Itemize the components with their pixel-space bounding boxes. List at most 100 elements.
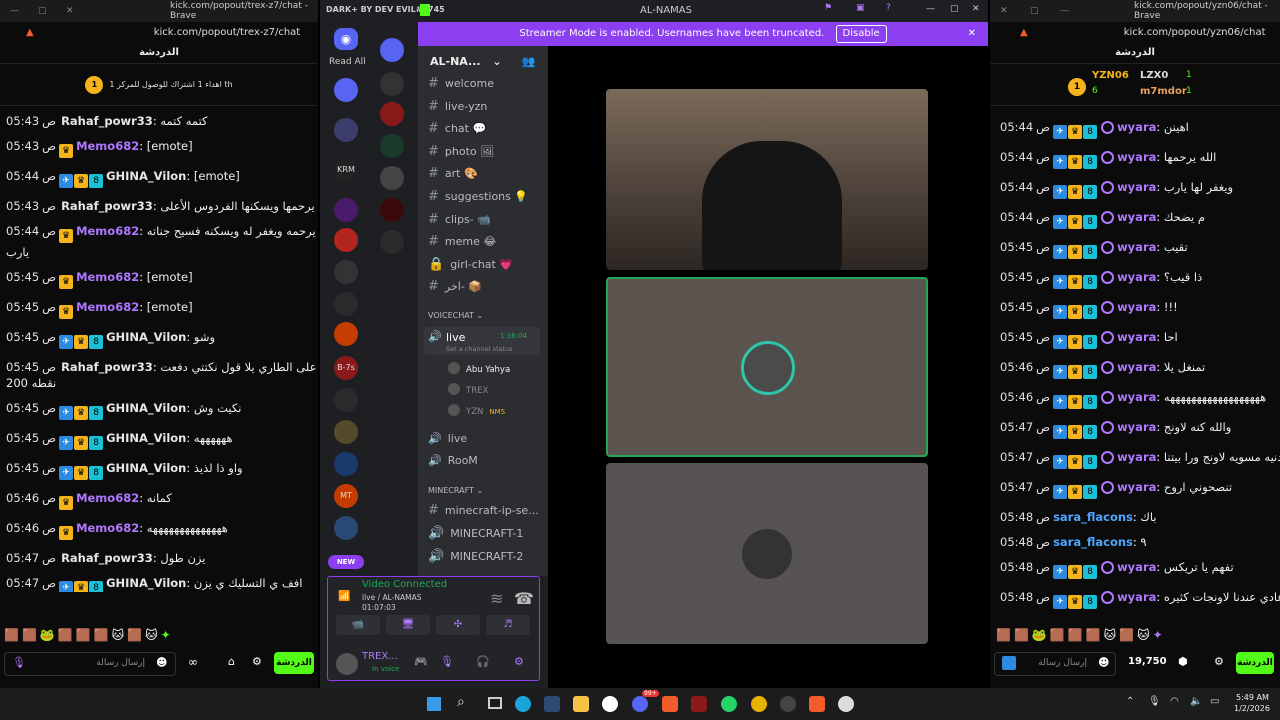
chat-message[interactable]: 05:43 ص Rahaf_powr33: كتمه كتمه [6,114,318,128]
server-icon[interactable] [334,322,358,346]
win-max-icon[interactable]: ▢ [950,4,959,14]
message-username[interactable]: wyara [1117,450,1156,464]
voice-channel-live[interactable]: 🔊 live 1:36:04 Set a channel status [424,327,540,355]
clock-date[interactable]: 1/2/2026 [1234,704,1270,713]
app2-icon[interactable] [838,696,854,712]
emote-bar[interactable]: 🟫🟫🐸🟫🟫🟫🐱🟫🐱✦ [4,628,174,642]
soundboard-button[interactable]: ♬ [486,615,530,635]
search-icon[interactable]: ⌕ [457,694,465,710]
message-username[interactable]: GHINA_Vilon [106,461,186,475]
chat-message[interactable]: 05:45 ص ♛ Memo682: [emote] [6,300,318,319]
address-bar[interactable]: ▲ kick.com/popout/yzn06/chat [990,22,1280,42]
chat-message[interactable]: 200 نقطه [6,376,318,390]
voice-channel-room[interactable]: 🔊 RooM [428,454,478,467]
user-settings-icon[interactable]: ⚙ [514,655,524,668]
minimize-icon[interactable]: — [10,6,19,16]
channel-item[interactable]: # photo 🖼 [428,144,494,159]
read-all-label[interactable]: Read All [329,57,366,67]
server-icon[interactable] [380,38,404,62]
video-tile-active[interactable] [606,277,928,457]
minimize-icon[interactable]: — [1060,6,1069,16]
whatsapp-icon[interactable] [721,696,737,712]
server-icon[interactable] [334,118,358,142]
chat-message[interactable]: 05:48 ص sara_flacons: باك [1000,510,1280,524]
video-tile-stream[interactable] [606,89,928,270]
chat-message[interactable]: 05:47ص✈♛8 wyara: عندنا وحده اردنيه مسويه … [1000,450,1280,469]
steam-icon[interactable] [544,696,560,712]
server-icon[interactable]: MT [334,484,358,508]
inbox-icon[interactable]: ▣ [856,3,865,13]
message-username[interactable]: GHINA_Vilon [106,401,186,415]
pinned-banner[interactable]: 1 اهداء 1 اشتراك للوصول للمركز 1 th [0,64,318,106]
chat-message[interactable]: 05:43 ص Rahaf_powr33: الله يرحمها ويسكنها … [6,199,318,213]
address-bar[interactable]: ▲ kick.com/popout/trex-z7/chat [0,22,318,42]
chat-message[interactable]: 05:47 ص ✈ ♛ 8 GHINA_Vilon: افف ي التسليك ي يز… [6,576,318,592]
chat-message[interactable]: 05:44 ص ✈ ♛ 8 wyara: م يضحك [1000,210,1280,229]
emoji-icon[interactable]: ☻ [1098,656,1109,669]
message-username[interactable]: wyara [1117,240,1156,254]
xbox-icon[interactable] [602,696,618,712]
message-username[interactable]: Memo682 [76,300,139,314]
channel-item[interactable]: # chat 💬 [428,121,486,136]
message-username[interactable]: wyara [1117,590,1156,604]
flag-icon[interactable]: ⚑ [824,3,832,13]
channel-item[interactable]: 🔊 MINECRAFT-2 [428,549,523,564]
chat-message[interactable]: 05:45 ص ✈ ♛ 8 GHINA_Vilon: وشو [6,330,318,349]
message-username[interactable]: wyara [1117,180,1156,194]
chat-message[interactable]: 05:45 ص ♛ Memo682: [emote] [6,270,318,289]
voice-channel-live2[interactable]: 🔊 live [428,432,467,445]
channel-item[interactable]: # welcome [428,76,494,91]
server-icon[interactable] [380,198,404,222]
message-username[interactable]: wyara [1117,560,1156,574]
brave-shield-icon[interactable]: ▲ [1020,27,1028,38]
win-close-icon[interactable]: ✕ [972,4,980,14]
mic-tray-icon[interactable]: 🎙 [1148,696,1161,707]
chat-message[interactable]: 05:44 ص ♛ Memo682: الله يرحمه ويغفر له ويسك… [6,224,318,243]
channel-item[interactable]: 🔒 girl-chat 💗 [428,257,513,272]
emote-bar[interactable]: 🟫🟫🐸🟫🟫🟫🐱🟫🐱✦ [996,628,1166,642]
chat-message[interactable]: 05:48 ص ✈ ♛ 8 wyara: تفهم يا تريكس [1000,560,1280,579]
vc-title[interactable]: Video Connected [362,579,447,590]
chat-message[interactable]: 05:45 ص ✈ ♛ 8 wyara: !!! [1000,300,1280,319]
new-pill[interactable]: NEW [328,555,364,569]
chat-send-button[interactable]: الدردشة [1236,652,1274,674]
server-icon[interactable] [334,260,358,284]
maximize-icon[interactable]: ▢ [38,6,47,16]
message-username[interactable]: Rahaf_powr33 [61,360,153,374]
message-username[interactable]: GHINA_Vilon [106,169,186,183]
points-value[interactable]: 19,750 [1128,656,1167,667]
voice-user[interactable]: YZN NMS [448,404,505,417]
message-username[interactable]: wyara [1117,270,1156,284]
message-username[interactable]: wyara [1117,210,1156,224]
chat-message[interactable]: 05:46 ص ✈ ♛ 8 wyara: تمنغل يلا [1000,360,1280,379]
disable-button[interactable]: Disable [835,25,887,43]
server-icon[interactable] [334,78,358,102]
chat-message[interactable]: 05:45 ص ✈ ♛ 8 GHINA_Vilon: نكيت وش [6,401,318,420]
obs-icon[interactable] [780,696,796,712]
chat-message[interactable]: 05:45 ص ✈ ♛ 8 GHINA_Vilon: واو ذا لذيذ [6,461,318,480]
server-icon[interactable] [334,228,358,252]
server-icon[interactable] [334,292,358,316]
channel-item[interactable]: # art 🎨 [428,166,478,181]
message-username[interactable]: Memo682 [76,224,139,238]
channel-item[interactable]: # live-yzn [428,99,487,114]
chat-message[interactable]: 05:44 ص ✈ ♛ 8 wyara: ويغفر لها يارب [1000,180,1280,199]
brave2-icon[interactable] [809,696,825,712]
server-icon[interactable] [334,420,358,444]
maximize-icon[interactable]: ▢ [1030,6,1039,16]
message-username[interactable]: wyara [1117,390,1156,404]
message-username[interactable]: Rahaf_powr33 [61,199,153,213]
chat-message[interactable]: 05:47 ص ✈ ♛ 8 wyara: والله كنه لاونج [1000,420,1280,439]
banner-close-icon[interactable]: ✕ [968,22,976,46]
message-username[interactable]: GHINA_Vilon [106,576,186,590]
server-icon[interactable] [334,388,358,412]
points-icon[interactable]: ∞ [188,655,198,669]
chat-message[interactable]: يارب [6,245,318,259]
voice-user[interactable]: Abu Yahya [448,362,510,375]
server-icon[interactable] [380,102,404,126]
voice-user[interactable]: TREX [448,383,488,396]
screenshare-button[interactable]: 🖥 [386,615,430,635]
chrome-icon[interactable] [751,696,767,712]
chat-message[interactable]: 05:44 ص ✈ ♛ 8 wyara: الله يرحمها [1000,150,1280,169]
top-gifters[interactable]: 1 YZN06 6 LZX0 1 m7mdor 1 [990,64,1280,106]
